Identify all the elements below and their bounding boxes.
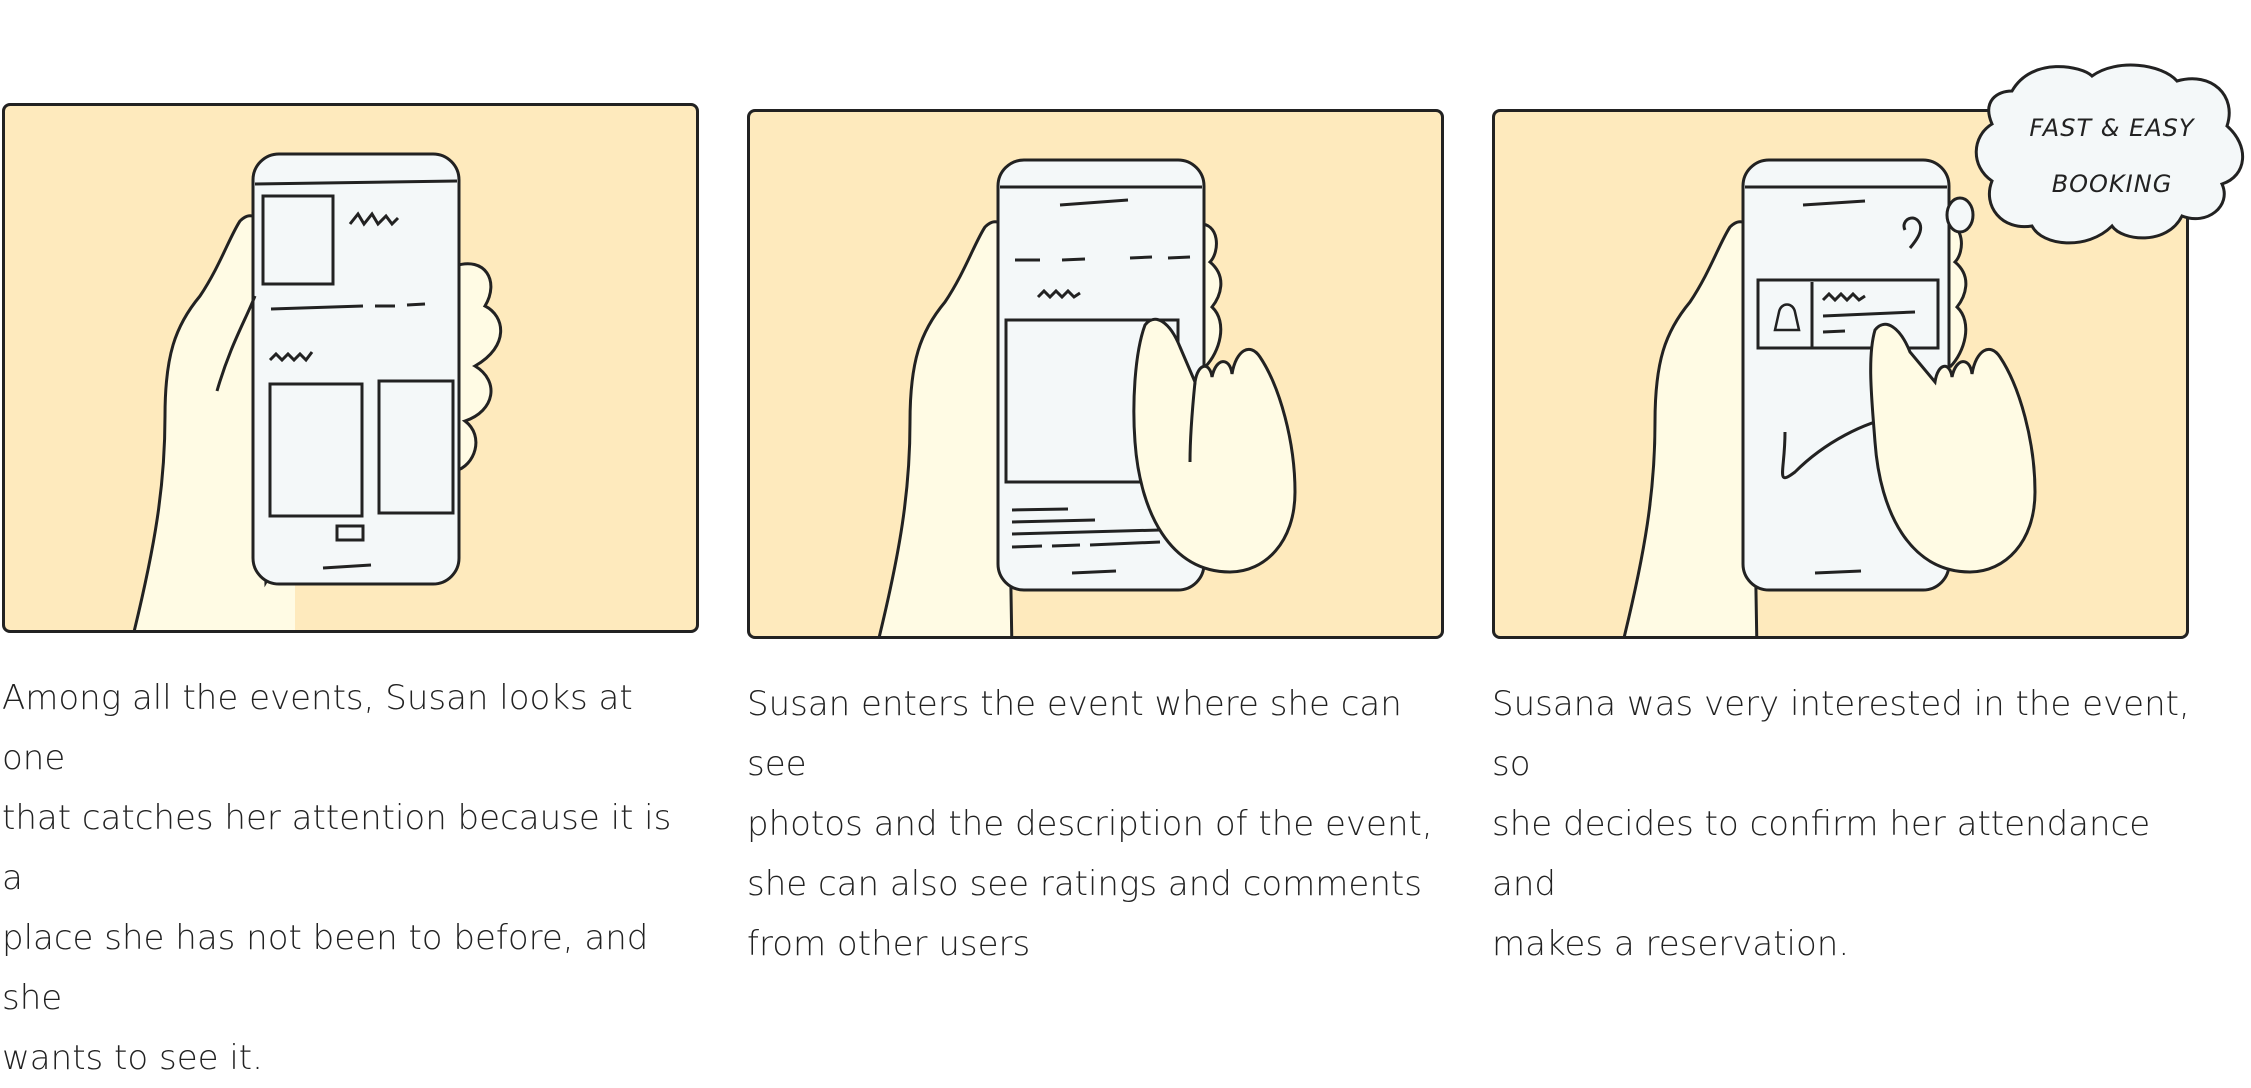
thought-bubble-tail <box>1945 196 1975 234</box>
hand-illustration <box>877 220 1014 636</box>
screen-thumbnail-1 <box>261 194 335 286</box>
thought-bubble-line2: BOOKING <box>2051 170 2173 198</box>
hand-illustration <box>132 214 269 630</box>
panel-1-caption: Among all the events, Susan looks at one… <box>2 678 672 1078</box>
screen-card-left <box>268 382 364 518</box>
hand-tapping-phone-illustration <box>877 158 1297 636</box>
hand-illustration <box>1622 220 1759 636</box>
hand-holding-phone-illustration <box>132 152 503 630</box>
storyboard-panel-1 <box>2 103 699 633</box>
thought-bubble-line1: FAST & EASY <box>2029 114 2195 142</box>
panel-3-caption: Susana was very interested in the event,… <box>1492 684 2190 964</box>
screen-card-right <box>377 379 455 515</box>
thought-bubble <box>1974 63 2244 245</box>
storyboard-panel-2 <box>747 109 1444 639</box>
panel-2-caption: Susan enters the event where she can see… <box>747 684 1433 964</box>
hand-fingers <box>454 262 503 473</box>
